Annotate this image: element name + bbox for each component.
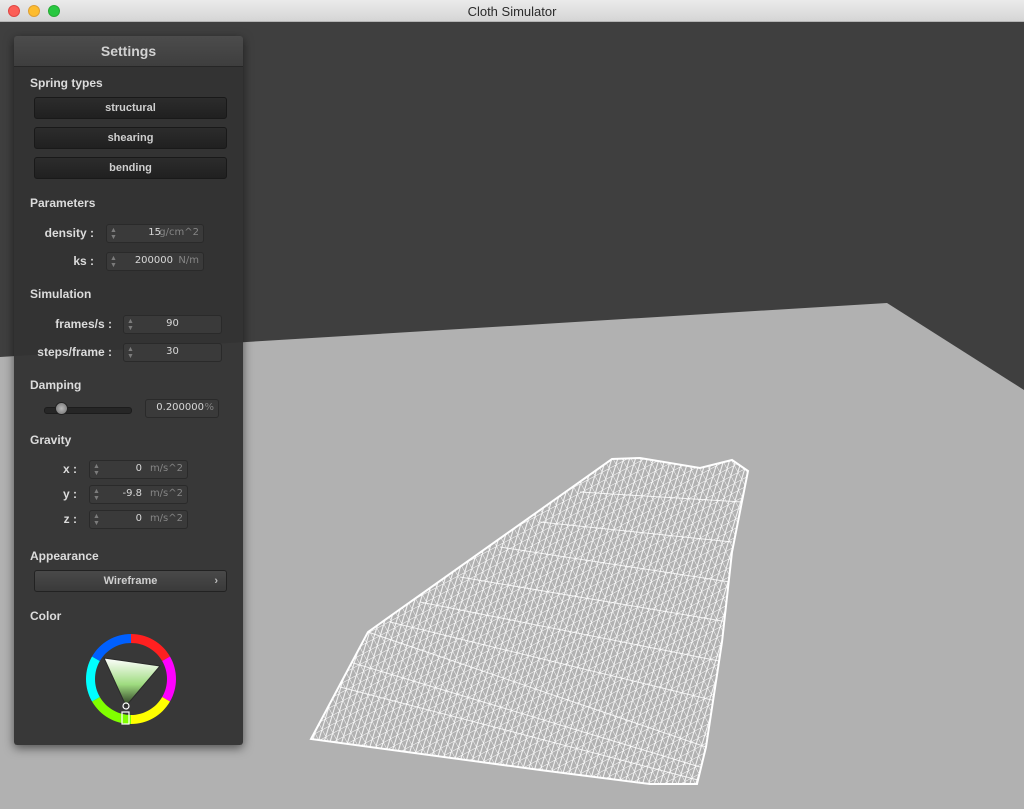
gravity-y-input[interactable]: ▲ ▼ -9.8 m/s^2 [89,485,188,504]
gravity-z-value: 0 [135,513,142,524]
steps-value: 30 [166,346,179,357]
settings-panel: Settings Spring types structural shearin… [14,36,243,745]
damping-value-field: 0.200000 % [145,399,219,418]
frames-label: frames/s : [55,317,112,331]
parameters-heading: Parameters [30,196,96,210]
gravity-z-label: z : [63,512,77,526]
damping-heading: Damping [30,378,82,392]
density-unit: g/cm^2 [159,227,199,238]
ks-unit: N/m [178,255,199,266]
gravity-y-unit: m/s^2 [149,488,183,499]
appearance-heading: Appearance [30,549,99,563]
title-bar: Cloth Simulator [0,0,1024,22]
structural-button[interactable]: structural [34,97,227,119]
app-window: Cloth Simulator Settings Spring types st… [0,0,1024,809]
color-wheel-picker[interactable] [84,632,178,726]
ks-spinner-icon[interactable]: ▲ ▼ [110,255,117,269]
gravity-x-input[interactable]: ▲ ▼ 0 m/s^2 [89,460,188,479]
window-title: Cloth Simulator [467,4,557,19]
frames-input[interactable]: ▲ ▼ 90 [123,315,222,334]
steps-label: steps/frame : [37,345,112,359]
gravity-y-spinner-icon[interactable]: ▲ ▼ [93,488,100,502]
density-input[interactable]: ▲ ▼ 15 g/cm^2 [106,224,204,243]
saturation-triangle[interactable] [103,657,161,707]
appearance-dropdown-value: Wireframe [103,575,158,587]
gravity-z-unit: m/s^2 [149,513,183,524]
steps-input[interactable]: ▲ ▼ 30 [123,343,222,362]
chevron-right-icon: › [214,575,218,587]
gravity-y-label: y : [62,487,77,501]
appearance-dropdown[interactable]: Wireframe › [34,570,227,592]
color-heading: Color [30,609,62,623]
spring-types-heading: Spring types [30,76,103,90]
ks-input[interactable]: ▲ ▼ 200000 N/m [106,252,204,271]
gravity-y-value: -9.8 [122,488,142,499]
density-spinner-icon[interactable]: ▲ ▼ [110,227,117,241]
ks-label: ks : [73,254,94,268]
gravity-x-spinner-icon[interactable]: ▲ ▼ [93,463,100,477]
bending-button[interactable]: bending [34,157,227,179]
frames-value: 90 [166,318,179,329]
gravity-x-value: 0 [135,463,142,474]
gravity-heading: Gravity [30,433,72,447]
damping-unit: % [204,402,214,413]
simulation-heading: Simulation [30,287,92,301]
damping-slider-knob[interactable] [55,402,68,415]
damping-value: 0.200000 [156,402,204,413]
shearing-button[interactable]: shearing [34,127,227,149]
gravity-x-label: x : [62,462,77,476]
gravity-z-input[interactable]: ▲ ▼ 0 m/s^2 [89,510,188,529]
gravity-x-unit: m/s^2 [149,463,183,474]
ks-value: 200000 [134,255,173,266]
gravity-z-spinner-icon[interactable]: ▲ ▼ [93,513,100,527]
settings-panel-header[interactable]: Settings [14,36,243,67]
density-label: density : [44,226,94,240]
